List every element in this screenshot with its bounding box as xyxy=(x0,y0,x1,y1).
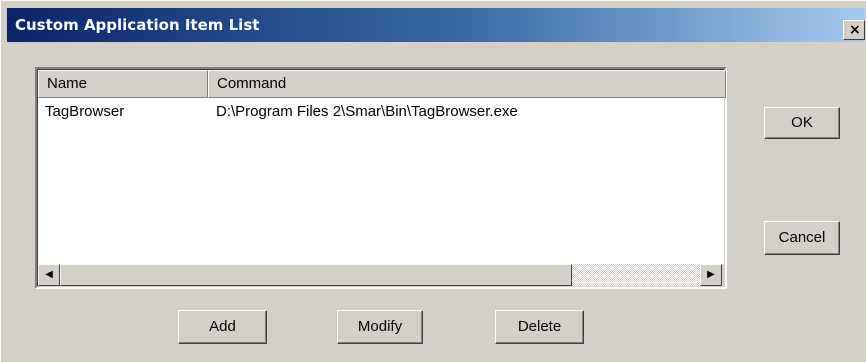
modify-button[interactable]: Modify xyxy=(337,310,423,344)
dialog-title: Custom Application Item List xyxy=(15,16,260,34)
list-item[interactable]: TagBrowser D:\Program Files 2\Smar\Bin\T… xyxy=(38,101,724,123)
column-header-name[interactable]: Name xyxy=(38,70,208,98)
scroll-thumb[interactable] xyxy=(60,264,572,286)
list-header: Name Command xyxy=(38,70,726,98)
delete-button[interactable]: Delete xyxy=(495,310,584,344)
arrow-right-icon: ▶ xyxy=(707,269,715,280)
scroll-right-button[interactable]: ▶ xyxy=(700,264,722,286)
ok-button[interactable]: OK xyxy=(764,107,840,139)
item-name: TagBrowser xyxy=(45,103,125,120)
close-button[interactable]: × xyxy=(843,20,865,40)
cancel-button[interactable]: Cancel xyxy=(764,221,840,255)
custom-application-item-list-dialog: Custom Application Item List × Name Comm… xyxy=(0,0,866,362)
item-command: D:\Program Files 2\Smar\Bin\TagBrowser.e… xyxy=(216,103,518,120)
scroll-left-button[interactable]: ◀ xyxy=(38,264,60,286)
arrow-left-icon: ◀ xyxy=(45,269,53,280)
column-header-command[interactable]: Command xyxy=(208,70,726,98)
add-button[interactable]: Add xyxy=(178,310,267,344)
title-bar: Custom Application Item List × xyxy=(7,8,865,42)
close-icon: × xyxy=(849,22,861,38)
horizontal-scrollbar[interactable]: ◀ ▶ xyxy=(38,264,724,286)
application-list[interactable]: Name Command TagBrowser D:\Program Files… xyxy=(35,67,727,289)
